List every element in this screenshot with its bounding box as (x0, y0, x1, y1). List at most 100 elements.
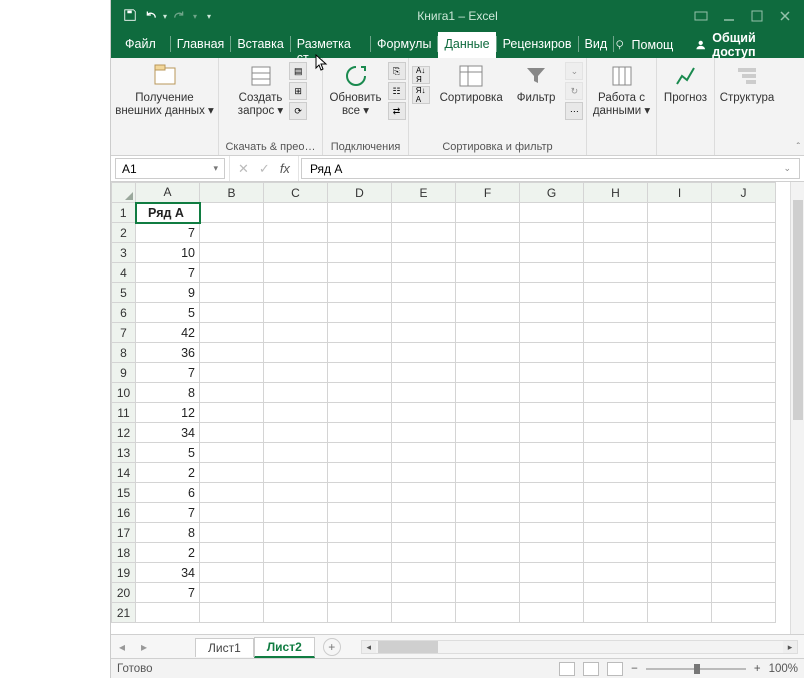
cell[interactable] (392, 203, 456, 223)
cell[interactable] (712, 363, 776, 383)
cell[interactable] (648, 403, 712, 423)
cell[interactable] (520, 303, 584, 323)
cell[interactable] (200, 583, 264, 603)
cell[interactable] (392, 583, 456, 603)
cell[interactable] (328, 283, 392, 303)
cell[interactable] (392, 403, 456, 423)
row-header[interactable]: 9 (112, 363, 136, 383)
row-header[interactable]: 8 (112, 343, 136, 363)
cell[interactable] (392, 603, 456, 623)
cell[interactable] (392, 243, 456, 263)
name-box[interactable]: A1▾ (115, 158, 225, 179)
cell[interactable] (648, 203, 712, 223)
column-header[interactable]: G (520, 183, 584, 203)
tab-layout[interactable]: Разметка ст (291, 32, 370, 58)
cell[interactable] (328, 303, 392, 323)
cell[interactable]: 36 (136, 343, 200, 363)
show-queries-icon[interactable]: ▤ (289, 62, 307, 80)
cell[interactable] (584, 303, 648, 323)
cell[interactable] (456, 263, 520, 283)
cell[interactable] (200, 303, 264, 323)
column-header[interactable]: B (200, 183, 264, 203)
cell[interactable] (584, 583, 648, 603)
cell[interactable] (392, 543, 456, 563)
cell[interactable] (456, 383, 520, 403)
row-header[interactable]: 20 (112, 583, 136, 603)
cell[interactable] (200, 323, 264, 343)
cell[interactable]: 7 (136, 263, 200, 283)
tab-insert[interactable]: Вставка (231, 32, 289, 58)
cell[interactable] (584, 343, 648, 363)
collapse-ribbon-icon[interactable]: ˆ (797, 142, 800, 153)
zoom-slider[interactable] (646, 668, 746, 670)
cell[interactable] (264, 223, 328, 243)
sort-za-icon[interactable]: Я↓А (412, 86, 430, 104)
cell[interactable] (264, 583, 328, 603)
cell[interactable] (200, 603, 264, 623)
cell[interactable] (712, 423, 776, 443)
sheet-tab-1[interactable]: Лист1 (195, 638, 254, 657)
cell[interactable] (648, 243, 712, 263)
cell[interactable] (392, 443, 456, 463)
cell[interactable] (392, 463, 456, 483)
cell[interactable] (648, 363, 712, 383)
cell[interactable] (648, 543, 712, 563)
cell[interactable] (712, 303, 776, 323)
cell[interactable] (264, 203, 328, 223)
cell[interactable] (584, 523, 648, 543)
cell[interactable] (136, 603, 200, 623)
cell[interactable]: 5 (136, 443, 200, 463)
cell[interactable] (392, 363, 456, 383)
cell[interactable] (264, 483, 328, 503)
cell[interactable] (520, 483, 584, 503)
cell[interactable] (200, 503, 264, 523)
cell[interactable] (712, 243, 776, 263)
cell[interactable] (520, 383, 584, 403)
cell[interactable]: 9 (136, 283, 200, 303)
cell[interactable] (456, 503, 520, 523)
cell[interactable]: 7 (136, 363, 200, 383)
row-header[interactable]: 1 (112, 203, 136, 223)
cell[interactable] (712, 343, 776, 363)
row-header[interactable]: 16 (112, 503, 136, 523)
cell[interactable] (712, 463, 776, 483)
sheet-nav-prev[interactable]: ◂ (111, 640, 133, 654)
cell[interactable] (456, 523, 520, 543)
column-header[interactable]: C (264, 183, 328, 203)
cell[interactable] (328, 463, 392, 483)
cell[interactable] (520, 563, 584, 583)
get-external-data-button[interactable]: Получение внешних данных ▾ (111, 60, 218, 120)
cell[interactable] (648, 563, 712, 583)
cell[interactable] (456, 283, 520, 303)
cell[interactable] (200, 423, 264, 443)
cell[interactable]: 8 (136, 523, 200, 543)
column-header[interactable]: A (136, 183, 200, 203)
tab-review[interactable]: Рецензиров (497, 32, 578, 58)
ribbon-display-icon[interactable] (694, 9, 708, 23)
row-header[interactable]: 6 (112, 303, 136, 323)
row-header[interactable]: 4 (112, 263, 136, 283)
cell[interactable] (392, 483, 456, 503)
row-header[interactable]: 7 (112, 323, 136, 343)
cell[interactable] (520, 403, 584, 423)
vertical-scrollbar[interactable] (790, 182, 804, 634)
cell[interactable] (712, 503, 776, 523)
help-label[interactable]: Помощ (632, 38, 674, 52)
cell[interactable] (648, 523, 712, 543)
properties-icon[interactable]: ☷ (388, 82, 406, 100)
cell[interactable] (392, 383, 456, 403)
cell[interactable] (264, 343, 328, 363)
cell[interactable] (328, 383, 392, 403)
cell[interactable] (264, 423, 328, 443)
cell[interactable] (264, 283, 328, 303)
cell[interactable] (264, 383, 328, 403)
cell[interactable] (712, 283, 776, 303)
filter-button[interactable]: Фильтр (513, 60, 560, 107)
tab-home[interactable]: Главная (171, 32, 231, 58)
cell[interactable]: 10 (136, 243, 200, 263)
cell[interactable] (456, 323, 520, 343)
cell[interactable] (328, 583, 392, 603)
cell[interactable]: 7 (136, 583, 200, 603)
add-sheet-button[interactable]: + (323, 638, 341, 656)
row-header[interactable]: 17 (112, 523, 136, 543)
